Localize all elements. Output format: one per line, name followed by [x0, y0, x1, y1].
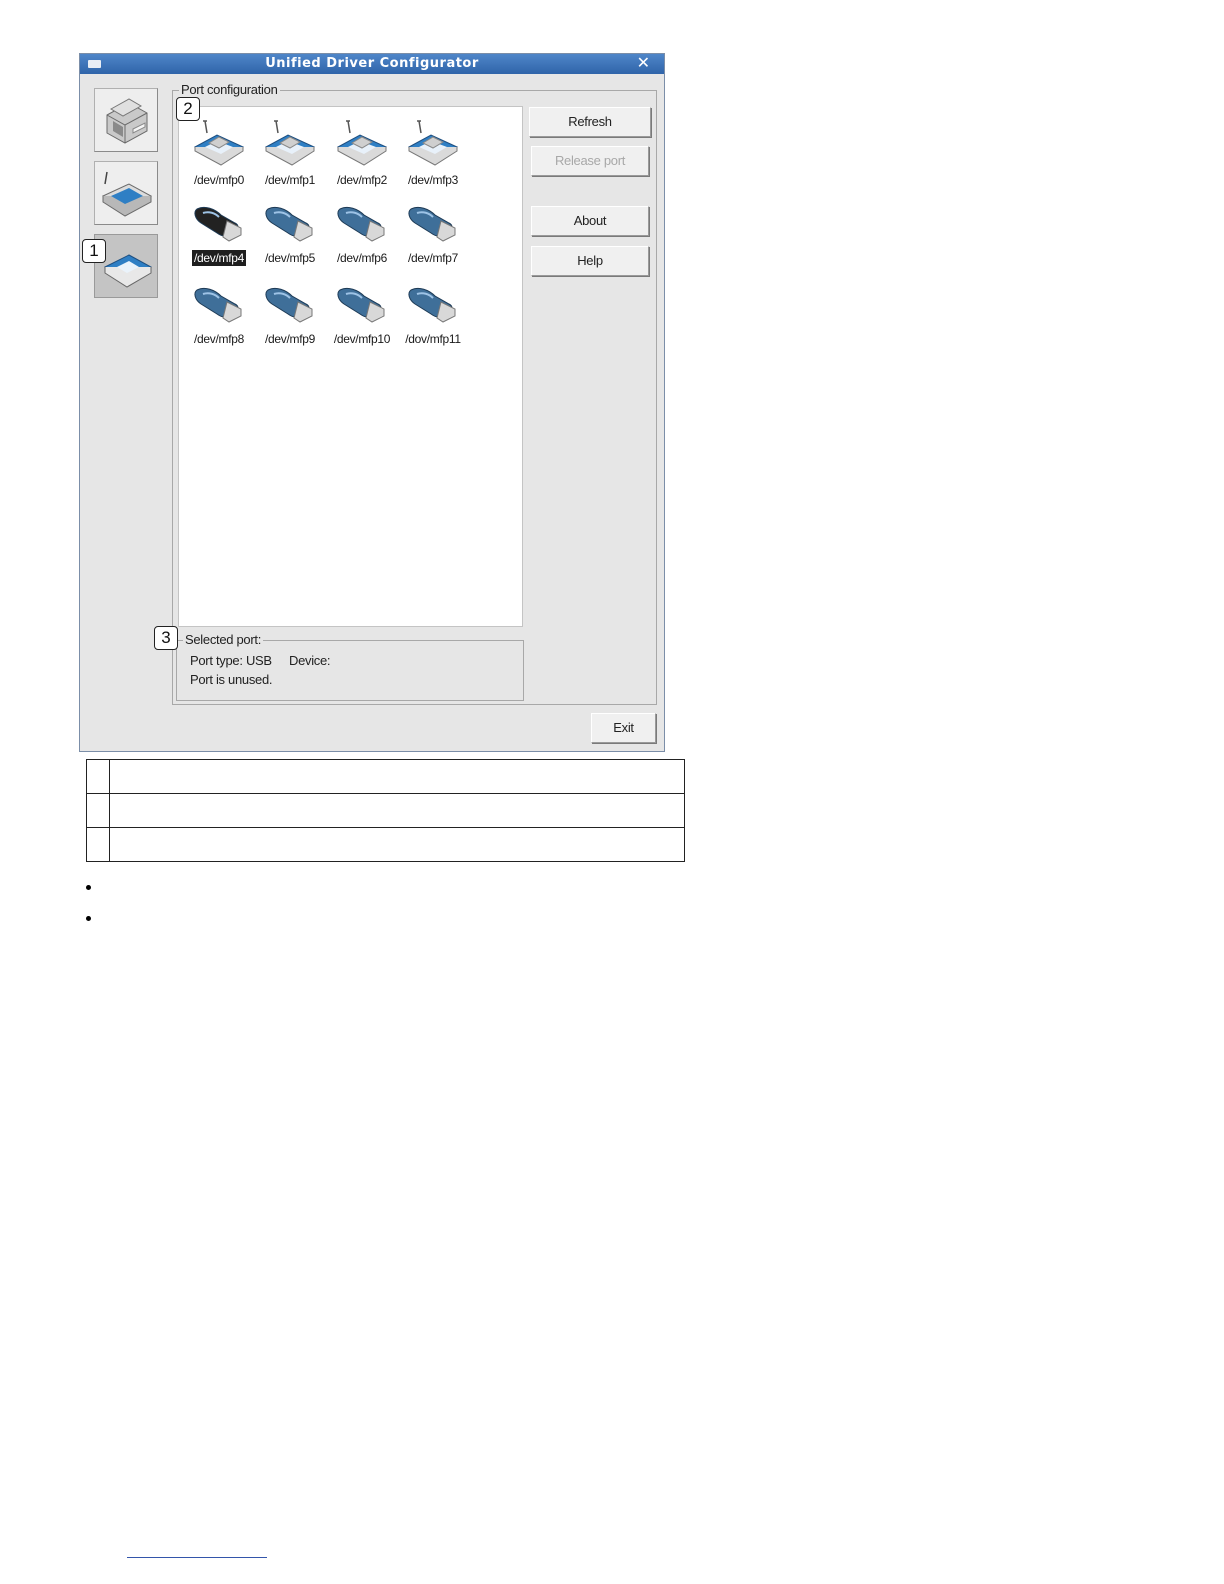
port-label: /dev/mfp3	[408, 173, 458, 187]
port-item[interactable]: /dev/mfp9	[253, 276, 327, 348]
table-cell	[86, 759, 110, 794]
footer-link-underline[interactable]	[127, 1557, 267, 1558]
port-item[interactable]: /dev/mfp0	[182, 117, 256, 189]
usb-port-icon	[265, 287, 313, 323]
table-cell	[86, 827, 110, 862]
port-item[interactable]: /dev/mfp5	[253, 195, 327, 267]
printer-icon	[106, 98, 148, 144]
port-item[interactable]: /dev/mfp10	[325, 276, 399, 348]
table-cell	[109, 827, 685, 862]
release-port-button[interactable]: Release port	[531, 146, 649, 176]
help-button[interactable]: Help	[531, 246, 649, 276]
usb-port-icon	[265, 206, 313, 242]
table-cell	[86, 793, 110, 828]
selected-port-group: Selected port:	[176, 632, 524, 701]
port-status-text: Port is unused.	[190, 672, 273, 687]
window-title: Unified Driver Configurator	[265, 56, 479, 71]
port-item[interactable]: /dev/mfp1	[253, 117, 327, 189]
close-icon[interactable]: ✕	[637, 54, 650, 74]
scanner-icon	[101, 171, 153, 217]
port-item[interactable]: /dev/mfp2	[325, 117, 399, 189]
callout-1: 1	[82, 239, 106, 263]
parallel-port-icon	[336, 120, 388, 166]
about-button[interactable]: About	[531, 206, 649, 236]
table-cell	[109, 793, 685, 828]
usb-port-icon	[408, 287, 456, 323]
port-label: /dev/mfp1	[265, 173, 315, 187]
port-label: /dov/mfp11	[405, 332, 461, 346]
selected-port-label: Selected port:	[183, 632, 264, 647]
port-label: /dev/mfp5	[265, 251, 315, 265]
refresh-button[interactable]: Refresh	[529, 107, 651, 137]
exit-button[interactable]: Exit	[591, 713, 656, 743]
port-label: /dev/mfp8	[194, 332, 244, 346]
table-row	[86, 793, 685, 828]
unified-driver-configurator-window: Unified Driver Configurator ✕ Port confi…	[79, 53, 665, 752]
port-item[interactable]: /dev/mfp4	[182, 195, 256, 267]
printers-configuration-tab[interactable]	[94, 88, 158, 152]
usb-port-icon	[194, 287, 242, 323]
bullet-icon	[86, 885, 91, 890]
port-item[interactable]: /dev/mfp8	[182, 276, 256, 348]
bullet-icon	[86, 916, 91, 921]
callout-2: 2	[176, 97, 200, 121]
port-item[interactable]: /dov/mfp11	[396, 276, 470, 348]
port-configuration-label: Port configuration	[179, 82, 280, 97]
usb-port-icon	[337, 287, 385, 323]
table-row	[86, 827, 685, 862]
port-item[interactable]: /dev/mfp6	[325, 195, 399, 267]
port-item[interactable]: /dev/mfp7	[396, 195, 470, 267]
device-text: Device:	[289, 653, 331, 668]
port-label: /dev/mfp2	[337, 173, 387, 187]
usb-port-icon	[337, 206, 385, 242]
title-bar[interactable]: Unified Driver Configurator ✕	[80, 54, 664, 74]
port-label: /dev/mfp9	[265, 332, 315, 346]
port-label: /dev/mfp6	[337, 251, 387, 265]
port-label: /dev/mfp4	[192, 250, 246, 266]
callout-3: 3	[154, 626, 178, 650]
scanners-configuration-tab[interactable]	[94, 161, 158, 225]
usb-port-icon	[408, 206, 456, 242]
usb-port-icon	[194, 206, 242, 242]
port-label: /dev/mfp7	[408, 251, 458, 265]
port-list[interactable]: /dev/mfp0 /dev/mfp1 /dev/mfp2 /dev/mfp3	[178, 106, 523, 627]
parallel-port-icon	[264, 120, 316, 166]
parallel-port-icon	[193, 120, 245, 166]
port-type-text: Port type: USB	[190, 653, 272, 668]
port-item[interactable]: /dev/mfp3	[396, 117, 470, 189]
table-cell	[109, 759, 685, 794]
port-label: /dev/mfp10	[333, 332, 391, 346]
port-label: /dev/mfp0	[194, 173, 244, 187]
table-row	[86, 759, 685, 794]
callout-legend-table	[86, 759, 685, 862]
parallel-port-icon	[407, 120, 459, 166]
